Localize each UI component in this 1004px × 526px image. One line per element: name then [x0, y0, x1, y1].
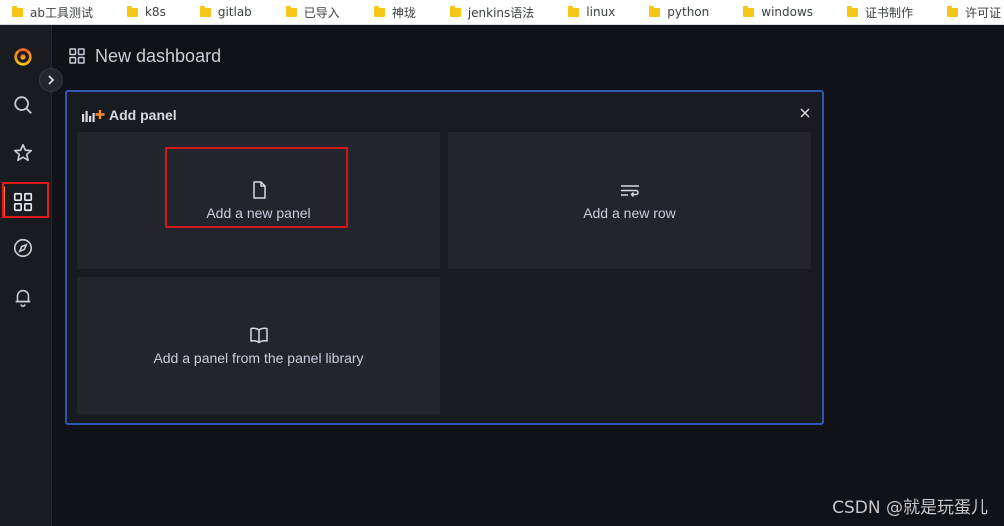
bookmark-item[interactable]: 已导入	[274, 0, 362, 24]
bookmark-item[interactable]: k8s	[115, 0, 188, 24]
add-new-panel-option[interactable]: Add a new panel	[77, 132, 440, 269]
folder-icon	[373, 5, 385, 17]
folder-icon	[199, 5, 211, 17]
folder-icon	[126, 5, 138, 17]
watermark: CSDN @就是玩蛋儿	[832, 498, 988, 518]
folder-icon	[743, 5, 755, 17]
folder-icon	[847, 5, 859, 17]
search-icon[interactable]	[11, 93, 35, 117]
top-navbar: New dashboard	[52, 25, 1004, 87]
bookmark-item[interactable]: python	[637, 0, 731, 24]
folder-icon	[568, 5, 580, 17]
add-panel-icon	[82, 110, 105, 122]
compass-icon[interactable]	[11, 236, 35, 260]
folder-icon	[12, 5, 23, 17]
bookmark-item[interactable]: jenkins语法	[438, 0, 556, 24]
dashboards-highlight-box	[2, 182, 49, 218]
chevron-right-icon	[48, 75, 55, 85]
bookmarks-bar: ab工具测试 k8s gitlab 已导入 神珑 jenkins语法 linux…	[0, 0, 1004, 25]
add-new-row-option[interactable]: Add a new row	[448, 132, 811, 269]
row-icon	[620, 185, 639, 198]
add-library-panel-option[interactable]: Add a panel from the panel library	[77, 277, 440, 414]
add-library-panel-label: Add a panel from the panel library	[153, 350, 364, 366]
sidebar	[0, 25, 52, 526]
dashboard-grid-icon	[69, 48, 85, 64]
folder-icon	[947, 5, 959, 17]
bookmark-item[interactable]: 证书制作	[835, 0, 935, 24]
page-title[interactable]: New dashboard	[95, 46, 221, 67]
bookmark-item[interactable]: ab工具测试	[0, 0, 115, 24]
folder-icon	[449, 5, 461, 17]
bookmark-item[interactable]: windows	[731, 0, 835, 24]
bell-icon[interactable]	[11, 285, 35, 309]
add-panel-header: Add panel	[81, 105, 177, 125]
book-icon	[249, 327, 268, 344]
grafana-logo-icon[interactable]	[11, 44, 35, 68]
sidebar-expand-button[interactable]	[39, 68, 63, 92]
bookmark-item[interactable]: 许可证	[935, 0, 1004, 24]
folder-icon	[285, 5, 297, 17]
file-icon	[252, 181, 266, 199]
bookmark-item[interactable]: gitlab	[188, 0, 274, 24]
bookmark-item[interactable]: 神珑	[362, 0, 438, 24]
close-icon[interactable]	[798, 106, 812, 120]
folder-icon	[649, 5, 661, 17]
add-panel-title: Add panel	[109, 107, 177, 123]
add-new-row-label: Add a new row	[583, 205, 676, 221]
bookmark-item[interactable]: linux	[556, 0, 637, 24]
add-new-panel-label: Add a new panel	[206, 205, 311, 221]
add-panel-widget: Add panel Add a new panel Add a new row …	[65, 90, 824, 425]
star-icon[interactable]	[11, 141, 35, 165]
